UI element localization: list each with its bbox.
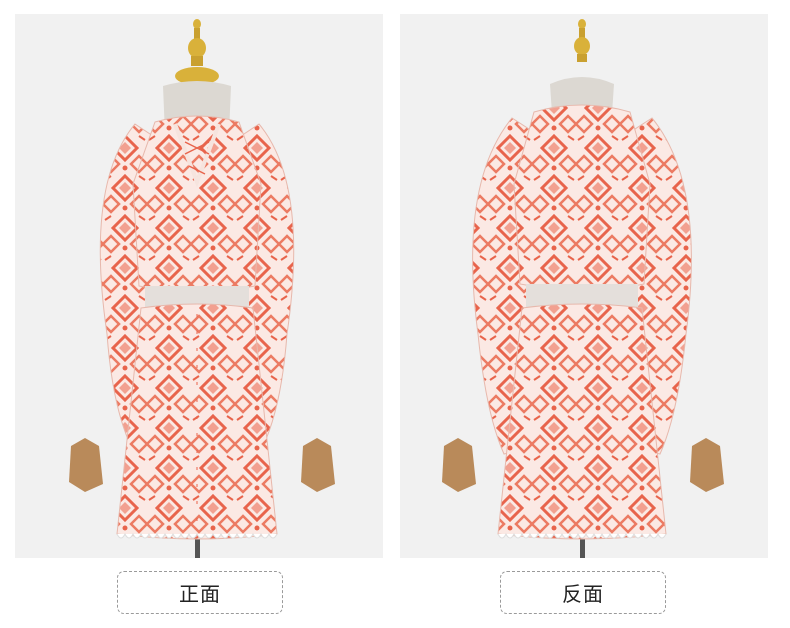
back-view-caption-text: 反面 — [562, 582, 604, 606]
back-view-photo — [400, 14, 768, 558]
back-view-caption: 反面 — [500, 571, 666, 614]
front-view-photo — [15, 14, 383, 558]
front-view-caption: 正面 — [117, 571, 283, 614]
front-view-caption-text: 正面 — [179, 582, 221, 606]
